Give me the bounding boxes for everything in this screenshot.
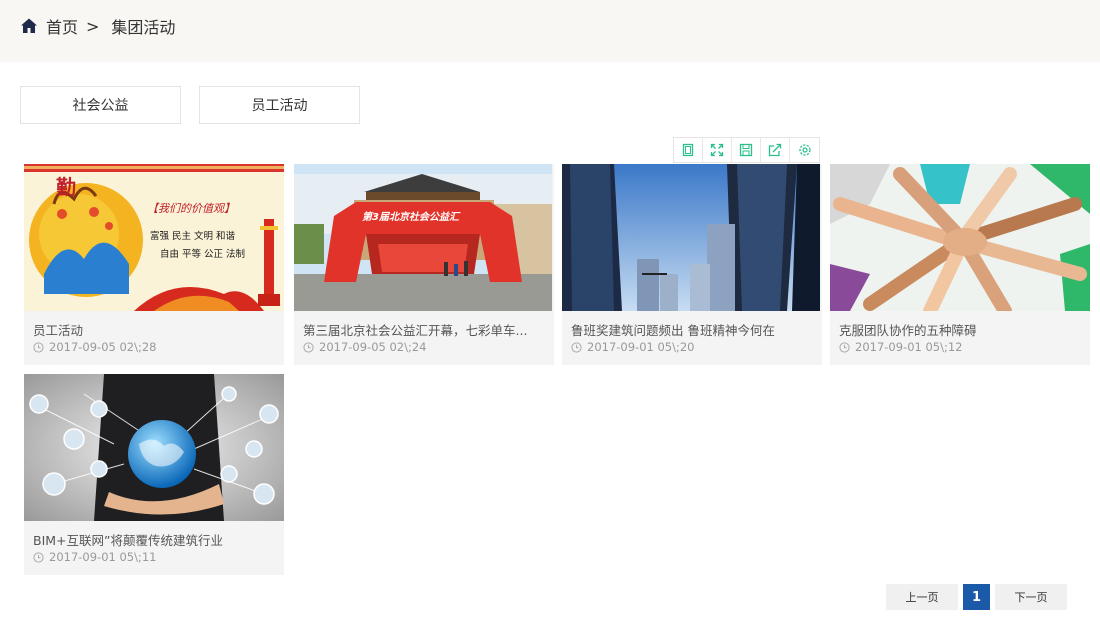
breadcrumb-bar: 首页 > 集团活动 [0, 0, 1100, 62]
save-icon [739, 143, 753, 157]
toolbox [673, 137, 820, 163]
card-title[interactable]: 鲁班奖建筑问题频出 鲁班精神今何在 [571, 320, 815, 339]
share-icon [768, 143, 782, 157]
tab-social-welfare[interactable]: 社会公益 [20, 86, 181, 124]
poster-image: 勤 【我们的价值观】 富强 民主 文明 和谐 自由 平等 公正 法制 [24, 164, 284, 311]
settings-icon [798, 144, 811, 156]
card-date-text: 2017-09-01 05\;20 [587, 340, 695, 354]
category-tabs: 社会公益 员工活动 [20, 86, 378, 124]
breadcrumb-current: 集团活动 [111, 18, 176, 37]
card-date: 2017-09-01 05\;11 [33, 550, 157, 564]
breadcrumb-separator: > [86, 16, 100, 36]
card-title[interactable]: BIM+互联网”将颠覆传统建筑行业 [33, 530, 277, 549]
clock-icon [839, 341, 850, 353]
card-date: 2017-09-01 05\;12 [839, 340, 963, 354]
news-card[interactable]: 勤 【我们的价值观】 富强 民主 文明 和谐 自由 平等 公正 法制 员工活动 … [24, 164, 284, 365]
team-hands-image [830, 164, 1090, 311]
fullscreen-icon [710, 143, 724, 157]
news-card[interactable]: 鲁班奖建筑问题频出 鲁班精神今何在 2017-09-01 05\;20 [562, 164, 822, 365]
next-page-button[interactable]: 下一页 [995, 584, 1067, 610]
share-button[interactable] [761, 138, 790, 162]
card-thumbnail[interactable] [562, 164, 822, 311]
card-date: 2017-09-05 02\;24 [303, 340, 427, 354]
save-button[interactable] [732, 138, 761, 162]
card-thumbnail[interactable]: 勤 【我们的价值观】 富强 民主 文明 和谐 自由 平等 公正 法制 [24, 164, 284, 311]
card-date-text: 2017-09-05 02\;28 [49, 340, 157, 354]
home-icon[interactable] [20, 17, 38, 35]
settings-button[interactable] [790, 138, 819, 162]
clock-icon [33, 341, 44, 353]
breadcrumb: 首页 > 集团活动 [20, 14, 175, 38]
card-thumbnail[interactable]: 第3届北京社会公益汇 [294, 164, 554, 311]
clock-icon [33, 551, 44, 563]
card-title[interactable]: 员工活动 [33, 320, 277, 339]
news-card[interactable]: 第3届北京社会公益汇 第三届北京社会公益汇开幕，七彩单车... 2017-09-… [294, 164, 554, 365]
page-number-button[interactable]: 1 [963, 584, 990, 610]
arch-text: 第3届北京社会公益汇 [362, 211, 461, 223]
card-title[interactable]: 第三届北京社会公益汇开幕，七彩单车... [303, 320, 547, 339]
card-thumbnail[interactable] [24, 374, 284, 521]
poster-line-2: 自由 平等 公正 法制 [160, 248, 245, 260]
poster-line-1: 富强 民主 文明 和谐 [150, 230, 236, 242]
card-title[interactable]: 克服团队协作的五种障碍 [839, 320, 1083, 339]
card-date: 2017-09-05 02\;28 [33, 340, 157, 354]
news-card[interactable]: BIM+互联网”将颠覆传统建筑行业 2017-09-01 05\;11 [24, 374, 284, 575]
fullscreen-button[interactable] [703, 138, 732, 162]
clock-icon [571, 341, 582, 353]
card-date: 2017-09-01 05\;20 [571, 340, 695, 354]
card-date-text: 2017-09-05 02\;24 [319, 340, 427, 354]
restore-button[interactable] [674, 138, 703, 162]
card-date-text: 2017-09-01 05\;11 [49, 550, 157, 564]
event-arch-image: 第3届北京社会公益汇 [294, 164, 552, 311]
poster-char: 勤 [56, 175, 76, 199]
breadcrumb-home[interactable]: 首页 [46, 14, 78, 38]
restore-icon [682, 143, 694, 157]
poster-slogan: 【我们的价值观】 [147, 202, 235, 215]
news-card[interactable]: 克服团队协作的五种障碍 2017-09-01 05\;12 [830, 164, 1090, 365]
card-date-text: 2017-09-01 05\;12 [855, 340, 963, 354]
skyscrapers-image [562, 164, 820, 311]
card-thumbnail[interactable] [830, 164, 1090, 311]
network-globe-image [24, 374, 284, 521]
tab-staff-activities[interactable]: 员工活动 [199, 86, 360, 124]
prev-page-button[interactable]: 上一页 [886, 584, 958, 610]
clock-icon [303, 341, 314, 353]
